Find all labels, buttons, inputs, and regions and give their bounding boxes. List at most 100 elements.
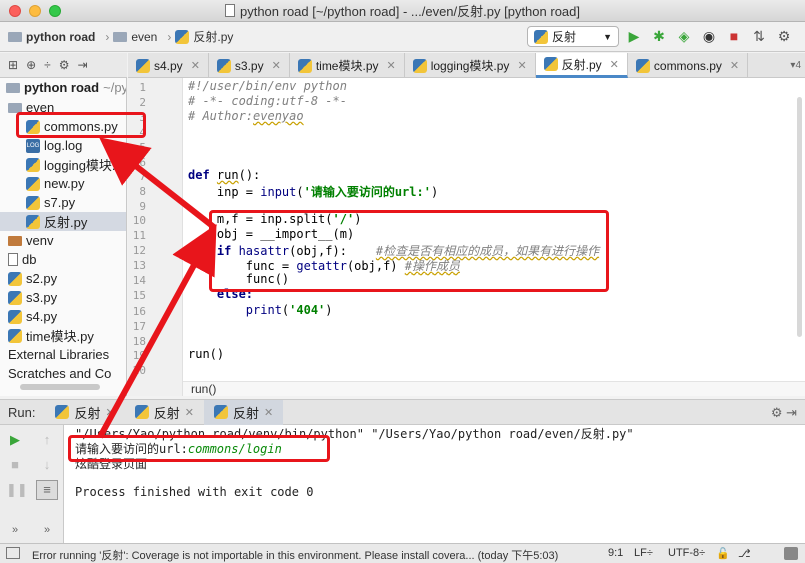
- lock-icon[interactable]: 🔓: [716, 547, 730, 560]
- file-icon: [8, 253, 18, 266]
- maximize-window-button[interactable]: [49, 5, 61, 17]
- code-line: # Author:evenyao: [188, 109, 304, 123]
- tree-item-s4[interactable]: s4.py: [8, 307, 57, 326]
- expand-icon[interactable]: »: [38, 521, 56, 539]
- line-number: 7: [139, 170, 146, 183]
- hide-icon[interactable]: ⇥: [77, 58, 87, 72]
- close-icon[interactable]: ✕: [191, 59, 200, 72]
- editor-breadcrumb[interactable]: run(): [183, 381, 805, 396]
- close-icon[interactable]: ✕: [105, 406, 114, 419]
- tree-item-s2[interactable]: s2.py: [8, 269, 57, 288]
- inspector-icon[interactable]: [784, 547, 798, 560]
- tab-s3[interactable]: s3.py ✕: [209, 53, 290, 78]
- run-icon[interactable]: ▶: [626, 28, 642, 44]
- line-number: 16: [132, 305, 146, 318]
- line-number: 14: [132, 274, 146, 287]
- document-icon: [224, 4, 235, 17]
- code-line: def run():: [188, 168, 260, 182]
- tabs-overflow-count: 4: [795, 59, 801, 71]
- tree-item-new[interactable]: new.py: [26, 174, 84, 193]
- stop-icon[interactable]: ■: [6, 456, 24, 474]
- code-text: ():: [238, 168, 261, 182]
- line-number: 12: [132, 244, 146, 257]
- code-keyword: if: [188, 244, 239, 258]
- tab-commons[interactable]: commons.py ✕: [628, 53, 749, 78]
- tree-item-log[interactable]: LOG log.log: [26, 136, 82, 155]
- locate-icon[interactable]: ⊕: [26, 58, 36, 72]
- tree-item-label: s3.py: [26, 290, 58, 305]
- tree-item-s3[interactable]: s3.py: [8, 288, 57, 307]
- tool-window-icon[interactable]: [6, 547, 20, 559]
- tree-item-db[interactable]: db: [8, 250, 36, 269]
- up-arrow-icon[interactable]: ↑: [38, 431, 56, 449]
- tree-item-scratches[interactable]: Scratches and Co: [8, 364, 111, 383]
- code-line: inp = input('请输入要访问的url:'): [188, 185, 439, 199]
- tabs-overflow[interactable]: ▾ 4: [790, 53, 805, 77]
- run-configuration-select[interactable]: 反射 ▼: [527, 26, 619, 47]
- breadcrumb-folder[interactable]: even: [113, 30, 157, 44]
- close-icon[interactable]: ✕: [517, 59, 526, 72]
- tab-logging[interactable]: logging模块.py ✕: [405, 53, 536, 78]
- tree-item-commons[interactable]: commons.py: [26, 117, 118, 136]
- git-icon[interactable]: ⎇: [738, 547, 751, 560]
- add-content-icon[interactable]: ⊞: [8, 58, 18, 72]
- profile-icon[interactable]: ◉: [701, 28, 717, 44]
- expand-icon[interactable]: »: [6, 521, 24, 539]
- tree-item-logging[interactable]: logging模块.p: [26, 155, 123, 174]
- search-icon[interactable]: ⌕: [801, 28, 805, 44]
- gear-icon[interactable]: ⚙: [59, 58, 70, 72]
- settings-icon[interactable]: ⚙: [776, 28, 792, 44]
- close-icon[interactable]: ✕: [272, 59, 281, 72]
- debug-icon[interactable]: ✱: [651, 28, 667, 44]
- run-tab[interactable]: 反射 ✕: [125, 400, 204, 425]
- breadcrumb-project[interactable]: python road: [8, 30, 95, 44]
- line-number: 19: [132, 349, 146, 362]
- vcs-icon[interactable]: ⇅: [751, 28, 767, 44]
- line-number: 17: [132, 320, 146, 333]
- run-tab[interactable]: 反射 ✕: [45, 400, 124, 425]
- console-prompt: 请输入要访问的url:: [75, 442, 188, 456]
- tree-item-s7[interactable]: s7.py: [26, 193, 75, 212]
- close-icon[interactable]: ✕: [185, 406, 194, 419]
- tree-item-venv[interactable]: venv: [8, 231, 53, 250]
- stop-icon[interactable]: ■: [726, 28, 742, 44]
- run-tab[interactable]: 反射 ✕: [203, 399, 284, 425]
- breadcrumb-separator: ›: [167, 29, 172, 44]
- code-line: #!/user/bin/env python: [188, 79, 347, 93]
- soft-wrap-icon[interactable]: ≡: [36, 480, 58, 500]
- file-encoding[interactable]: UTF-8÷: [668, 547, 705, 559]
- tab-fanshe[interactable]: 反射.py ✕: [535, 53, 628, 78]
- close-icon[interactable]: ✕: [387, 59, 396, 72]
- editor-scrollbar[interactable]: [797, 97, 802, 337]
- tree-root[interactable]: python road~/pyt: [6, 78, 126, 97]
- rerun-icon[interactable]: ▶: [6, 431, 24, 449]
- gear-icon[interactable]: ⚙ ⇥: [771, 405, 797, 421]
- pause-icon[interactable]: ❚❚: [6, 481, 28, 499]
- close-icon[interactable]: ✕: [264, 406, 273, 419]
- minimize-window-button[interactable]: [29, 5, 41, 17]
- tree-item-even[interactable]: even: [8, 98, 54, 117]
- tab-label: 反射.py: [561, 57, 602, 72]
- tree-item-label: log.log: [44, 138, 83, 153]
- run-console[interactable]: "/Users/Yao/python road/venv/bin/python"…: [64, 425, 805, 543]
- line-separator[interactable]: LF÷: [634, 547, 653, 559]
- tree-item-fanshe[interactable]: 反射.py: [0, 212, 126, 231]
- close-icon[interactable]: ✕: [610, 58, 619, 71]
- close-icon[interactable]: ✕: [730, 59, 739, 72]
- tab-s4[interactable]: s4.py ✕: [128, 53, 209, 78]
- code-line: else:: [188, 287, 253, 301]
- horizontal-scrollbar[interactable]: [20, 384, 100, 390]
- cursor-position[interactable]: 9:1: [608, 547, 623, 559]
- coverage-icon[interactable]: ◈: [676, 28, 692, 44]
- status-message[interactable]: Error running '反射': Coverage is not impo…: [32, 547, 558, 563]
- tree-item-external-libraries[interactable]: External Libraries: [8, 345, 109, 364]
- python-file-icon: [412, 58, 427, 73]
- code-text: run(): [188, 347, 225, 361]
- code-editor[interactable]: #!/user/bin/env python # -*- coding:utf-…: [183, 78, 805, 381]
- tab-time[interactable]: time模块.py ✕: [290, 53, 405, 78]
- collapse-icon[interactable]: ÷: [44, 58, 51, 72]
- breadcrumb-file[interactable]: 反射.py: [175, 28, 233, 45]
- tree-item-time[interactable]: time模块.py: [8, 326, 94, 345]
- down-arrow-icon[interactable]: ↓: [38, 456, 56, 474]
- close-window-button[interactable]: [9, 5, 21, 17]
